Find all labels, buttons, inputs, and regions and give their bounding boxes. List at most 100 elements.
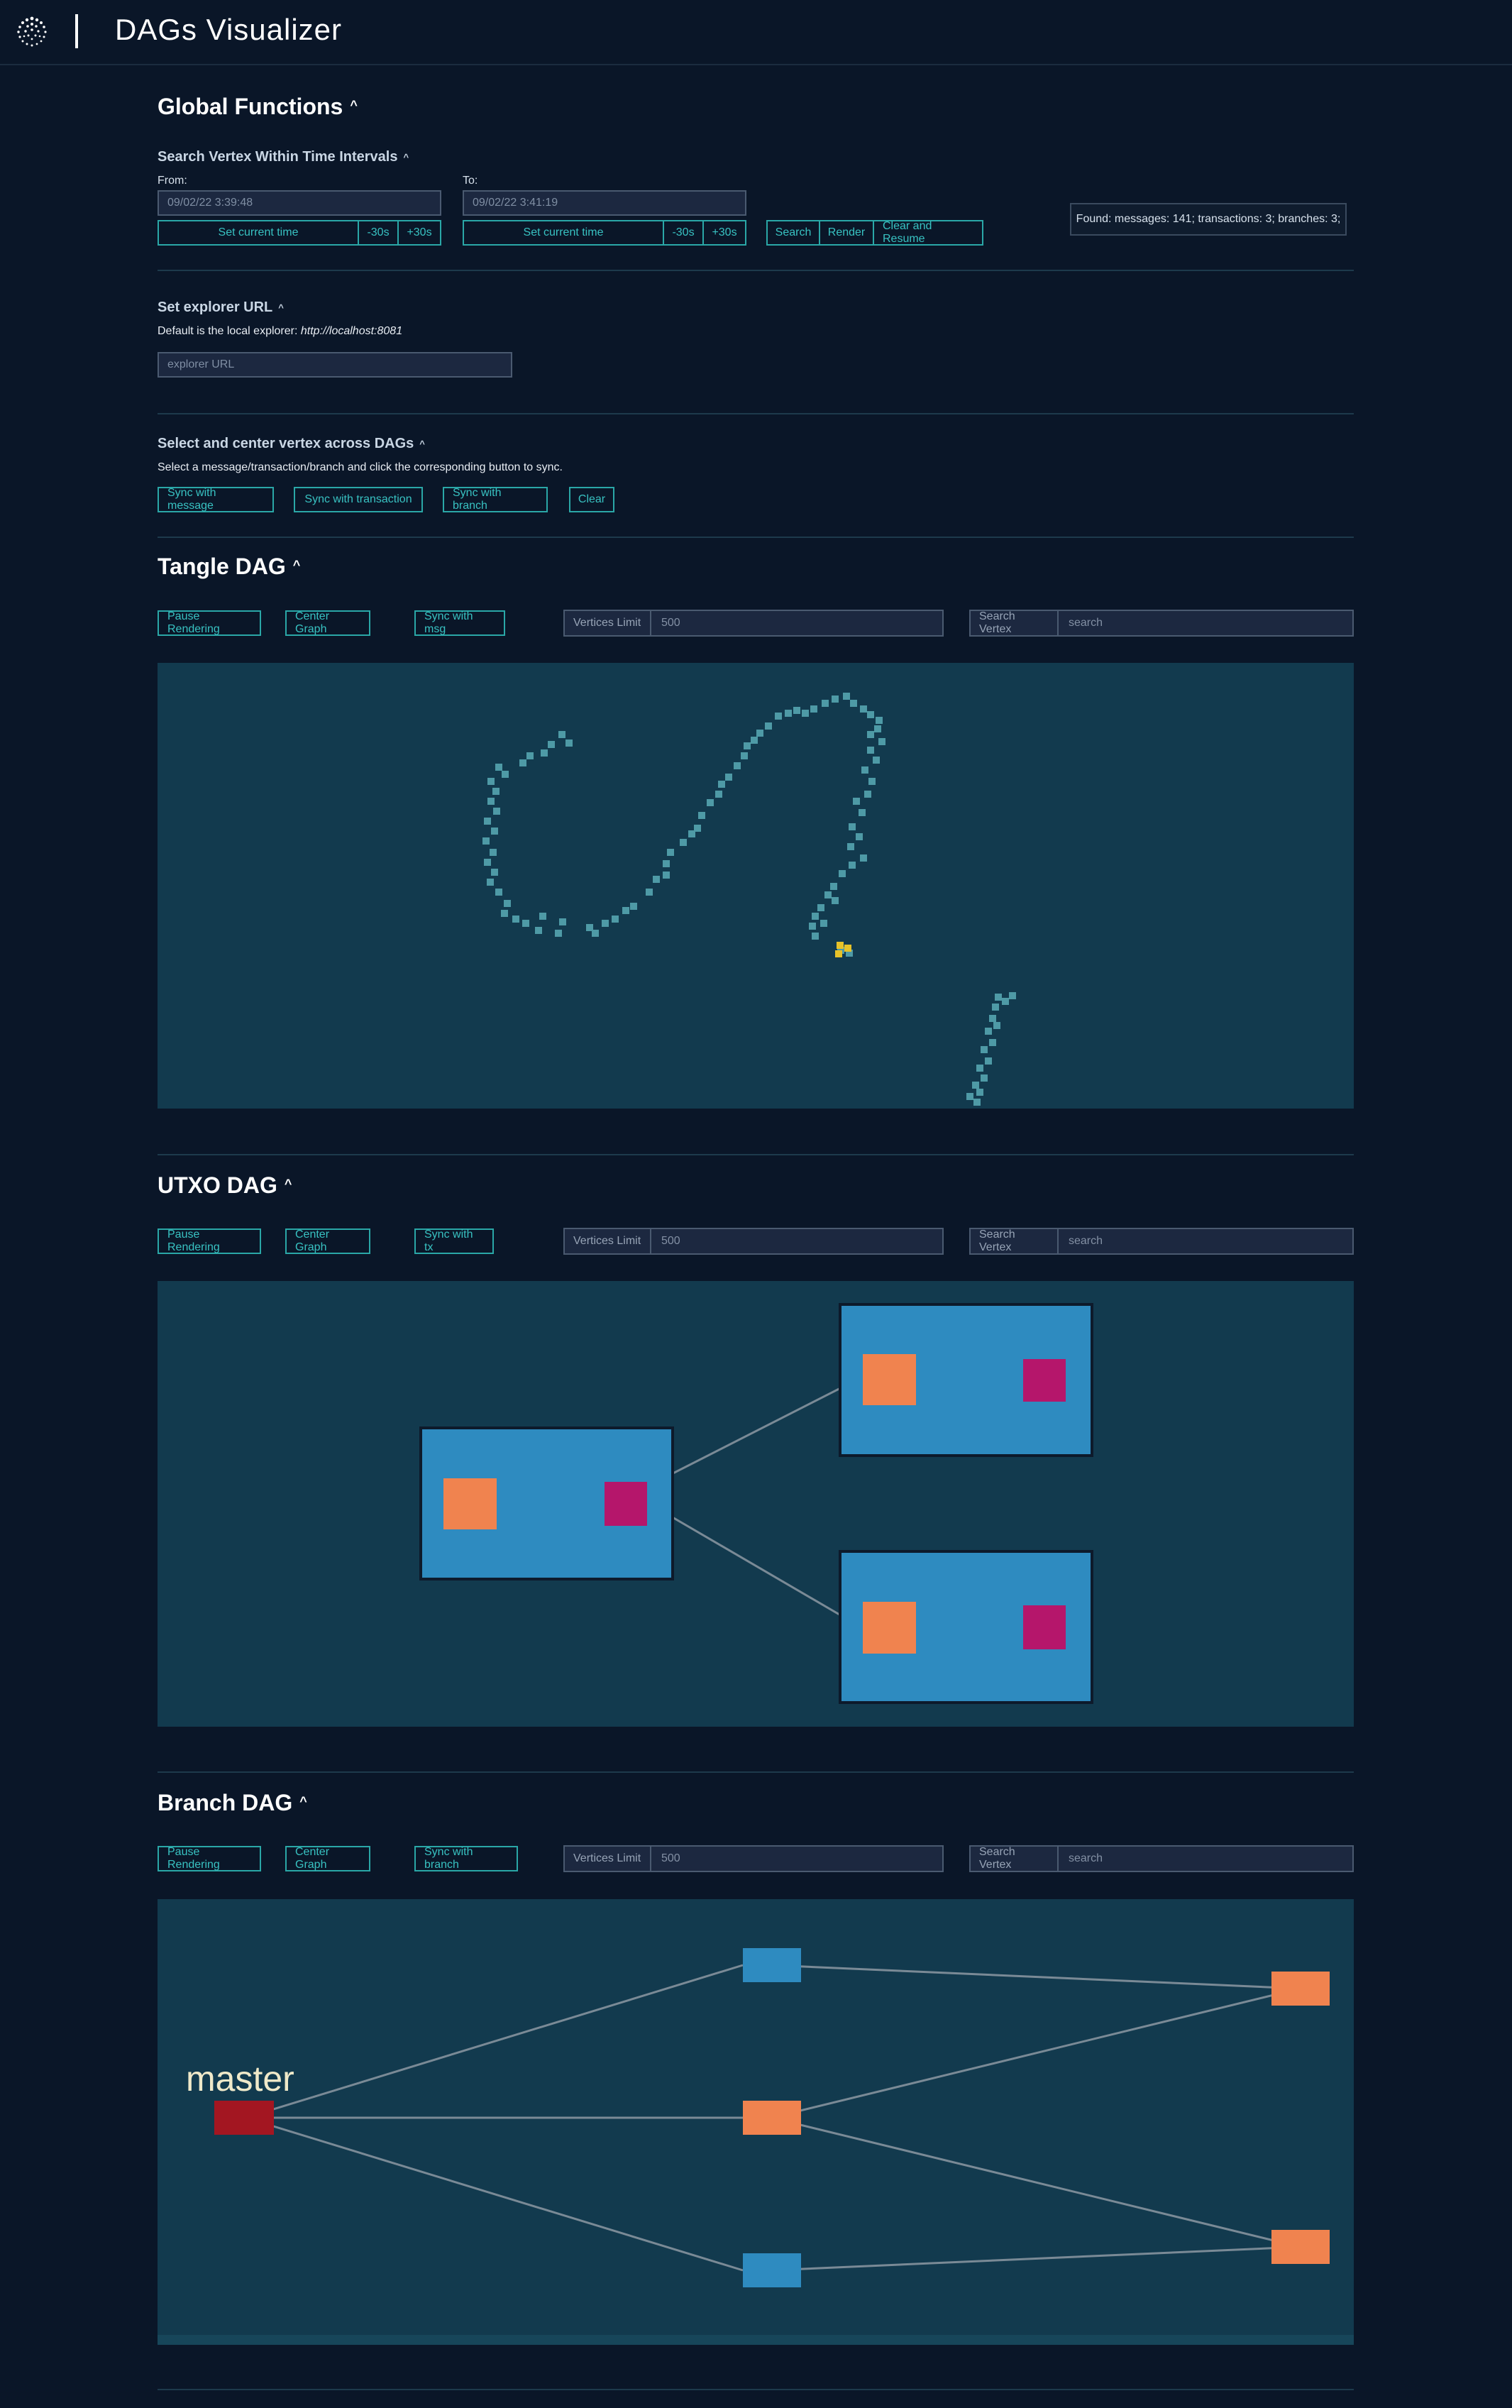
sync-with-message-button[interactable]: Sync with message [158,487,274,512]
tangle-graph[interactable] [158,663,1354,1109]
tangle-message-node[interactable] [694,825,701,832]
tangle-message-node[interactable] [981,1046,988,1053]
tangle-message-node[interactable] [1002,998,1009,1005]
tangle-message-node[interactable] [839,870,846,877]
tangle-message-node[interactable] [860,705,867,713]
tangle-message-node[interactable] [985,1057,992,1065]
utxo-graph[interactable] [158,1281,1354,1727]
utxo-input-node[interactable] [863,1602,916,1654]
from-minus30-button[interactable]: -30s [358,220,399,246]
master-branch-node[interactable] [214,2101,274,2135]
tangle-message-node[interactable] [487,798,495,805]
utxo-sync-with-tx-button[interactable]: Sync with tx [414,1228,494,1254]
chevron-up-icon[interactable]: ^ [419,439,425,449]
tangle-message-node[interactable] [976,1089,983,1096]
tangle-message-node[interactable] [725,774,732,781]
tangle-message-node[interactable] [812,933,819,940]
tangle-message-node[interactable] [832,696,839,703]
tangle-message-node[interactable] [989,1039,996,1046]
branch-dag-heading[interactable]: Branch DAG ^ [158,1790,1354,1816]
tangle-message-node[interactable] [992,1004,999,1011]
utxo-search-input[interactable]: search [1059,1228,1354,1255]
tangle-message-node[interactable] [785,710,792,717]
tangle-message-node[interactable] [860,854,867,862]
tangle-message-node[interactable] [867,747,874,754]
branch-node[interactable] [1271,1972,1330,2006]
tangle-message-node[interactable] [555,930,562,937]
tangle-message-node[interactable] [484,859,491,866]
global-functions-heading[interactable]: Global Functions ^ [158,94,1354,120]
tangle-message-node[interactable] [519,759,526,766]
tangle-message-node[interactable] [995,994,1002,1001]
chevron-up-icon[interactable]: ^ [350,98,358,113]
tangle-message-node[interactable] [663,860,670,867]
tangle-message-node[interactable] [504,900,511,907]
chevron-up-icon[interactable]: ^ [299,1794,307,1809]
tangle-message-node[interactable] [873,757,880,764]
tangle-message-node[interactable] [820,920,827,927]
from-input[interactable]: 09/02/22 3:39:48 [158,190,441,216]
tangle-message-node[interactable] [565,740,573,747]
tangle-message-node[interactable] [751,737,758,744]
sync-heading[interactable]: Select and center vertex across DAGs ^ [158,436,1354,452]
branch-center-graph-button[interactable]: Center Graph [285,1846,370,1871]
tangle-message-node[interactable] [830,883,837,890]
tangle-message-node[interactable] [878,738,885,745]
tangle-message-node[interactable] [502,771,509,778]
utxo-transaction-node[interactable] [839,1550,1093,1704]
tangle-message-node[interactable] [874,725,881,732]
tangle-message-node[interactable] [864,791,871,798]
tangle-message-node[interactable] [539,913,546,920]
tangle-highlighted-node[interactable] [837,942,844,949]
chevron-up-icon[interactable]: ^ [278,302,284,313]
tangle-message-node[interactable] [843,693,850,700]
tangle-message-node[interactable] [512,916,519,923]
tangle-message-node[interactable] [491,869,498,876]
tangle-pause-rendering-button[interactable]: Pause Rendering [158,610,261,636]
from-plus30-button[interactable]: +30s [397,220,441,246]
tangle-message-node[interactable] [493,808,500,815]
tangle-message-node[interactable] [867,731,874,738]
tangle-message-node[interactable] [972,1082,979,1089]
tangle-message-node[interactable] [707,799,714,806]
branch-search-input[interactable]: search [1059,1845,1354,1872]
explorer-url-heading[interactable]: Set explorer URL ^ [158,299,1354,316]
tangle-highlighted-node[interactable] [835,950,842,957]
tangle-message-node[interactable] [966,1093,973,1100]
tangle-message-node[interactable] [847,843,854,850]
tangle-message-node[interactable] [487,879,494,886]
branch-node[interactable] [743,2253,801,2287]
sync-with-transaction-button[interactable]: Sync with transaction [294,487,423,512]
search-button[interactable]: Search [766,220,820,246]
branch-graph[interactable]: master [158,1899,1354,2345]
tangle-message-node[interactable] [541,749,548,757]
tangle-message-node[interactable] [558,731,565,738]
tangle-message-node[interactable] [756,730,763,737]
tangle-message-node[interactable] [602,920,609,927]
tangle-message-node[interactable] [850,700,857,707]
tangle-message-node[interactable] [522,920,529,927]
tangle-message-node[interactable] [487,778,495,785]
branch-node[interactable] [1271,2230,1330,2264]
utxo-center-graph-button[interactable]: Center Graph [285,1228,370,1254]
tangle-message-node[interactable] [817,904,824,911]
tangle-message-node[interactable] [622,907,629,914]
tangle-search-input[interactable]: search [1059,610,1354,637]
tangle-graph-canvas[interactable] [158,663,1354,1109]
tangle-message-node[interactable] [824,891,832,898]
tangle-message-node[interactable] [630,903,637,910]
chevron-up-icon[interactable]: ^ [293,558,301,573]
branch-node[interactable] [743,1948,801,1982]
tangle-message-node[interactable] [849,862,856,869]
tangle-message-node[interactable] [492,788,500,795]
chevron-up-icon[interactable]: ^ [403,152,409,163]
tangle-message-node[interactable] [741,752,748,759]
tangle-message-node[interactable] [859,809,866,816]
clear-and-resume-button[interactable]: Clear and Resume [873,220,983,246]
tangle-message-node[interactable] [822,700,829,707]
tangle-message-node[interactable] [976,1065,983,1072]
tangle-message-node[interactable] [490,849,497,856]
tangle-message-node[interactable] [775,713,782,720]
tangle-message-node[interactable] [734,762,741,769]
tangle-message-node[interactable] [973,1099,981,1106]
